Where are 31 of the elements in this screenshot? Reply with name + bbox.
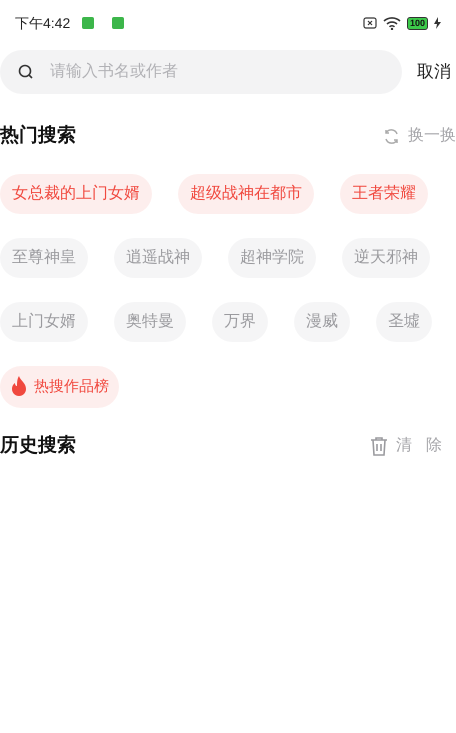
search-tag[interactable]: 圣墟 xyxy=(376,302,432,342)
clear-button[interactable]: 清除 xyxy=(370,434,456,458)
search-tag[interactable]: 超级战神在都市 xyxy=(178,174,314,214)
wifi-icon xyxy=(382,16,401,30)
cancel-button[interactable]: 取消 xyxy=(417,59,451,85)
search-field[interactable]: 请输入书名或作者 xyxy=(0,50,402,94)
battery-indicator: 100 xyxy=(406,16,428,30)
refresh-icon xyxy=(383,128,400,144)
search-tag[interactable]: 超神学院 xyxy=(228,238,316,278)
flame-icon xyxy=(10,376,28,398)
search-tag[interactable]: 漫威 xyxy=(294,302,350,342)
trash-icon xyxy=(370,436,388,456)
search-tag[interactable]: 女总裁的上门女婿 xyxy=(0,174,152,214)
search-tag[interactable]: 奥特曼 xyxy=(114,302,186,342)
status-time: 下午4:42 xyxy=(15,14,70,32)
search-tag[interactable]: 王者荣耀 xyxy=(340,174,428,214)
app-icon xyxy=(82,17,94,29)
section-title: 热门搜索 xyxy=(0,124,76,148)
section-title: 历史搜索 xyxy=(0,434,76,458)
refresh-button[interactable]: 换一换 xyxy=(383,124,456,148)
search-input[interactable]: 请输入书名或作者 xyxy=(50,60,402,84)
search-tag[interactable]: 万界 xyxy=(212,302,268,342)
search-tag[interactable]: 上门女婿 xyxy=(0,302,88,342)
search-tag[interactable]: 至尊神皇 xyxy=(0,238,88,278)
ranking-button[interactable]: 热搜作品榜 xyxy=(0,366,119,408)
search-tag[interactable]: 逍遥战神 xyxy=(114,238,202,278)
search-icon xyxy=(18,64,34,80)
charging-icon xyxy=(434,17,441,29)
app-icon xyxy=(112,17,124,29)
notification-icon xyxy=(362,17,377,29)
search-tag[interactable]: 逆天邪神 xyxy=(342,238,430,278)
